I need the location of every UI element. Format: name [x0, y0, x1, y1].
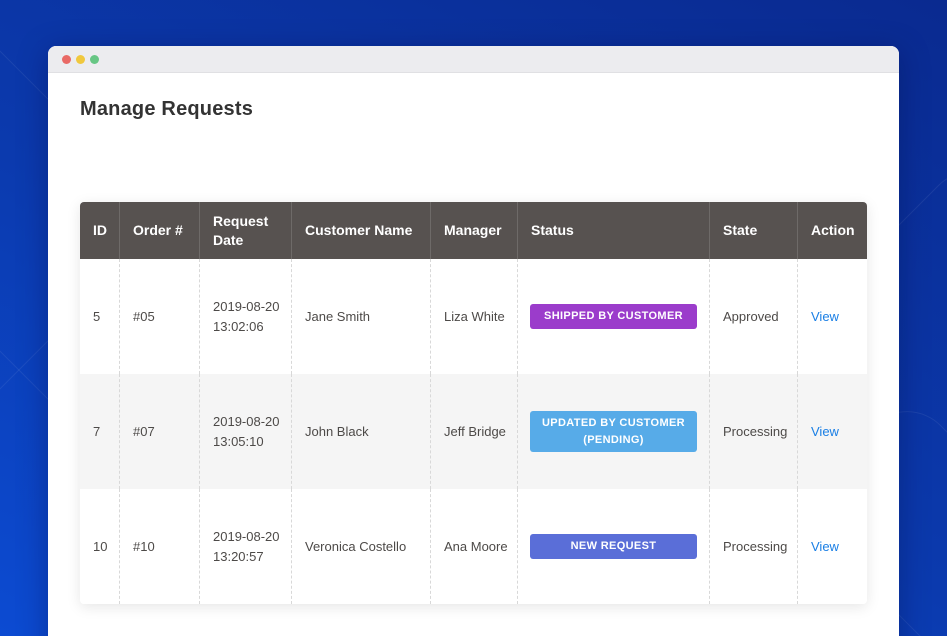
cell-status: UPDATED BY CUSTOMER (PENDING) [517, 374, 709, 489]
header-action: Action [797, 202, 867, 259]
cell-order: #05 [119, 259, 199, 374]
request-time: 13:02:06 [213, 317, 280, 337]
cell-id: 10 [80, 489, 119, 604]
status-badge: SHIPPED BY CUSTOMER [530, 304, 697, 329]
cell-status: SHIPPED BY CUSTOMER [517, 259, 709, 374]
cell-request-date: 2019-08-20 13:20:57 [199, 489, 291, 604]
request-date: 2019-08-20 [213, 527, 280, 547]
cell-manager: Liza White [430, 259, 517, 374]
request-date: 2019-08-20 [213, 297, 280, 317]
request-time: 13:05:10 [213, 432, 280, 452]
header-status: Status [517, 202, 709, 259]
close-window-icon[interactable] [62, 55, 71, 64]
page-title: Manage Requests [80, 98, 253, 121]
status-badge: UPDATED BY CUSTOMER (PENDING) [530, 411, 697, 452]
status-badge: NEW REQUEST [530, 534, 697, 559]
cell-state: Processing [709, 489, 797, 604]
cell-customer: Jane Smith [291, 259, 430, 374]
cell-id: 7 [80, 374, 119, 489]
cell-status: NEW REQUEST [517, 489, 709, 604]
cell-action: View [797, 259, 867, 374]
cell-order: #07 [119, 374, 199, 489]
table-header-row: ID Order # Request Date Customer Name Ma… [80, 202, 867, 259]
cell-request-date: 2019-08-20 13:02:06 [199, 259, 291, 374]
view-link[interactable]: View [811, 422, 839, 442]
header-request-date: Request Date [199, 202, 291, 259]
cell-manager: Jeff Bridge [430, 374, 517, 489]
table-row: 10 #10 2019-08-20 13:20:57 Veronica Cost… [80, 489, 867, 604]
request-time: 13:20:57 [213, 547, 280, 567]
zoom-window-icon[interactable] [90, 55, 99, 64]
cell-id: 5 [80, 259, 119, 374]
header-state: State [709, 202, 797, 259]
header-id: ID [80, 202, 119, 259]
cell-action: View [797, 374, 867, 489]
app-window: Manage Requests ID Order # Request Date … [48, 46, 899, 636]
requests-table: ID Order # Request Date Customer Name Ma… [80, 202, 867, 604]
view-link[interactable]: View [811, 307, 839, 327]
header-customer-name: Customer Name [291, 202, 430, 259]
cell-state: Approved [709, 259, 797, 374]
table-row: 5 #05 2019-08-20 13:02:06 Jane Smith Liz… [80, 259, 867, 374]
cell-state: Processing [709, 374, 797, 489]
request-date: 2019-08-20 [213, 412, 280, 432]
cell-request-date: 2019-08-20 13:05:10 [199, 374, 291, 489]
window-titlebar[interactable] [48, 46, 899, 73]
header-order: Order # [119, 202, 199, 259]
cell-customer: John Black [291, 374, 430, 489]
cell-action: View [797, 489, 867, 604]
view-link[interactable]: View [811, 537, 839, 557]
header-manager: Manager [430, 202, 517, 259]
cell-customer: Veronica Costello [291, 489, 430, 604]
minimize-window-icon[interactable] [76, 55, 85, 64]
table-row: 7 #07 2019-08-20 13:05:10 John Black Jef… [80, 374, 867, 489]
cell-order: #10 [119, 489, 199, 604]
cell-manager: Ana Moore [430, 489, 517, 604]
